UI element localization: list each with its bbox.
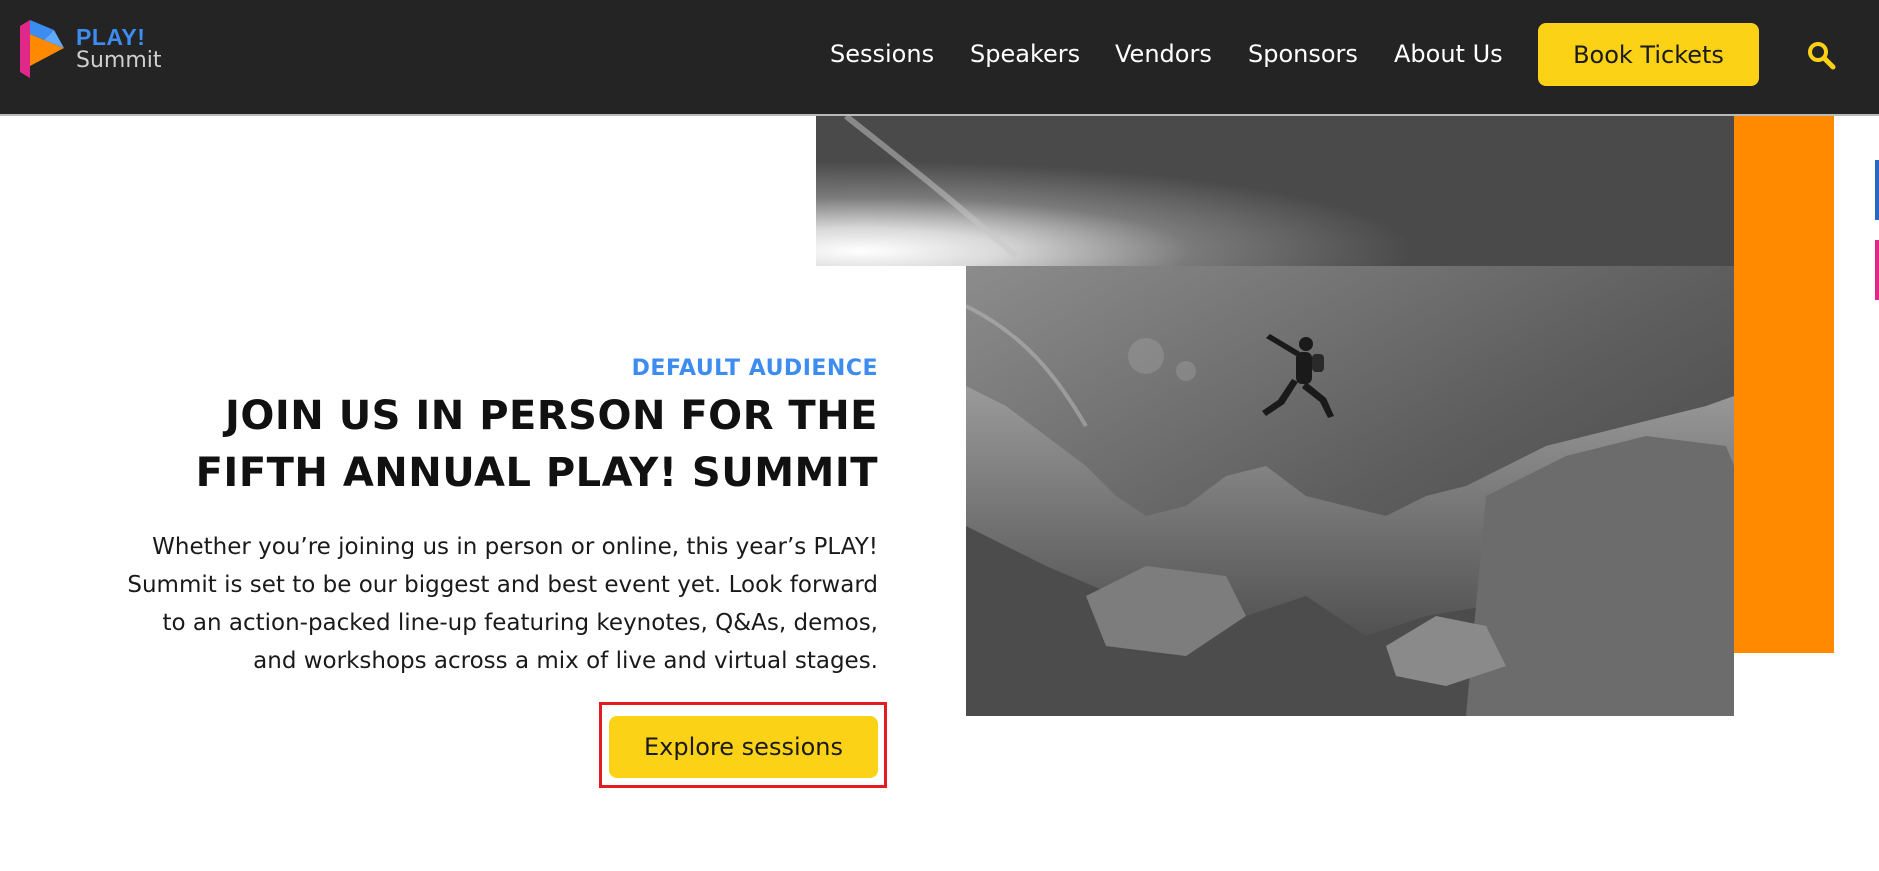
hero-image-top [816, 116, 1734, 266]
audience-eyebrow: DEFAULT AUDIENCE [631, 356, 878, 381]
explore-sessions-button[interactable]: Explore sessions [609, 716, 878, 778]
hero-description: Whether you’re joining us in person or o… [118, 528, 878, 680]
search-icon [1808, 42, 1836, 70]
blue-side-accent [1875, 160, 1879, 220]
hero-description-line-1: Whether you’re joining us in person or o… [152, 534, 878, 560]
hero-description-line-3: to an action-packed line-up featuring ke… [162, 610, 878, 636]
hero-description-line-4: and workshops across a mix of live and v… [253, 648, 878, 674]
nav-vendors[interactable]: Vendors [1115, 38, 1212, 70]
nav-speakers[interactable]: Speakers [970, 38, 1080, 70]
search-button[interactable] [1806, 40, 1836, 70]
hero-headline-line-1: JOIN US IN PERSON FOR THE [225, 393, 878, 439]
hero-description-line-2: Summit is set to be our biggest and best… [127, 572, 878, 598]
book-tickets-button[interactable]: Book Tickets [1538, 23, 1759, 86]
nav-about-us[interactable]: About Us [1394, 38, 1503, 70]
pink-side-accent [1875, 240, 1879, 300]
nav-sessions[interactable]: Sessions [830, 38, 934, 70]
hero-headline-line-2: FIFTH ANNUAL PLAY! SUMMIT [195, 450, 878, 496]
hero-headline: JOIN US IN PERSON FOR THE FIFTH ANNUAL P… [118, 388, 878, 502]
nav-sponsors[interactable]: Sponsors [1248, 38, 1358, 70]
hero-image-climber [966, 266, 1734, 716]
